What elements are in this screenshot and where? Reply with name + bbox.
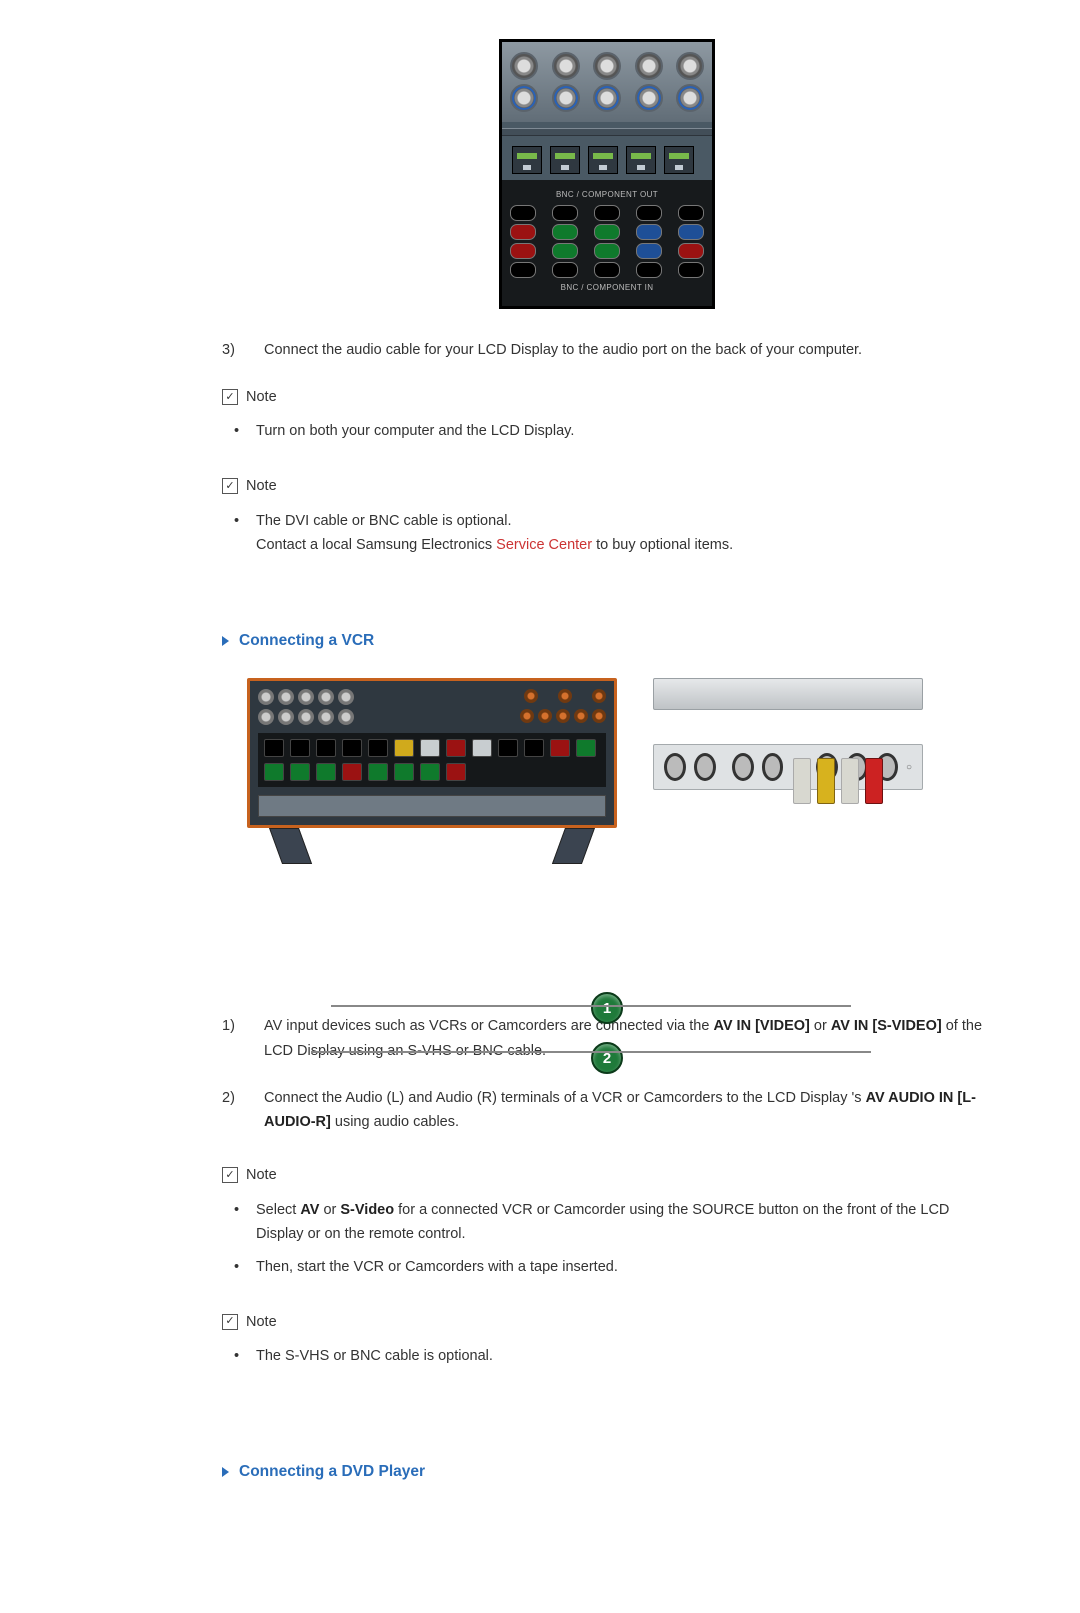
- service-center-link[interactable]: Service Center: [496, 537, 592, 553]
- note-label: ✓ Note: [222, 1310, 992, 1335]
- figure-label: BNC / COMPONENT OUT: [510, 188, 704, 202]
- list-item: • Select AV or S-Video for a connected V…: [234, 1198, 992, 1247]
- diagram-badges: 1 2: [591, 992, 623, 1074]
- figure-label: BNC / COMPONENT IN: [510, 281, 704, 295]
- checkbox-icon: ✓: [222, 478, 238, 494]
- figure-bnc-panel: BNC / COMPONENT OUT BNC / COMPONENT IN: [222, 40, 992, 308]
- badge-1: 1: [591, 992, 623, 1024]
- list-text: Connect the audio cable for your LCD Dis…: [264, 338, 862, 363]
- section-heading-vcr: Connecting a VCR: [222, 628, 992, 654]
- bullet-icon: •: [234, 1344, 256, 1369]
- figure-vcr-diagram: ● ○ 1 2: [222, 678, 992, 984]
- checkbox-icon: ✓: [222, 389, 238, 405]
- badge-2: 2: [591, 1042, 623, 1074]
- list-item: • Then, start the VCR or Camcorders with…: [234, 1255, 992, 1280]
- list-number: 1): [222, 1014, 264, 1063]
- list-item: 2) Connect the Audio (L) and Audio (R) t…: [222, 1086, 992, 1135]
- checkbox-icon: ✓: [222, 1314, 238, 1330]
- bullet-icon: •: [234, 509, 256, 558]
- bullet-icon: •: [234, 419, 256, 444]
- note-label: ✓ Note: [222, 1163, 992, 1188]
- list-item: • Turn on both your computer and the LCD…: [234, 419, 992, 444]
- section-heading-dvd: Connecting a DVD Player: [222, 1459, 992, 1485]
- list-number: 3): [222, 338, 264, 363]
- list-number: 2): [222, 1086, 264, 1135]
- triangle-icon: [222, 1467, 229, 1477]
- content-area: BNC / COMPONENT OUT BNC / COMPONENT IN 3…: [222, 40, 992, 1485]
- bullet-icon: •: [234, 1198, 256, 1247]
- note-label: ✓ Note: [222, 385, 992, 410]
- note-label: ✓ Note: [222, 474, 992, 499]
- list-item: • The DVI cable or BNC cable is optional…: [234, 509, 992, 558]
- triangle-icon: [222, 636, 229, 646]
- checkbox-icon: ✓: [222, 1167, 238, 1183]
- list-item: • The S-VHS or BNC cable is optional.: [234, 1344, 992, 1369]
- bullet-icon: •: [234, 1255, 256, 1280]
- list-item: 3) Connect the audio cable for your LCD …: [222, 338, 992, 363]
